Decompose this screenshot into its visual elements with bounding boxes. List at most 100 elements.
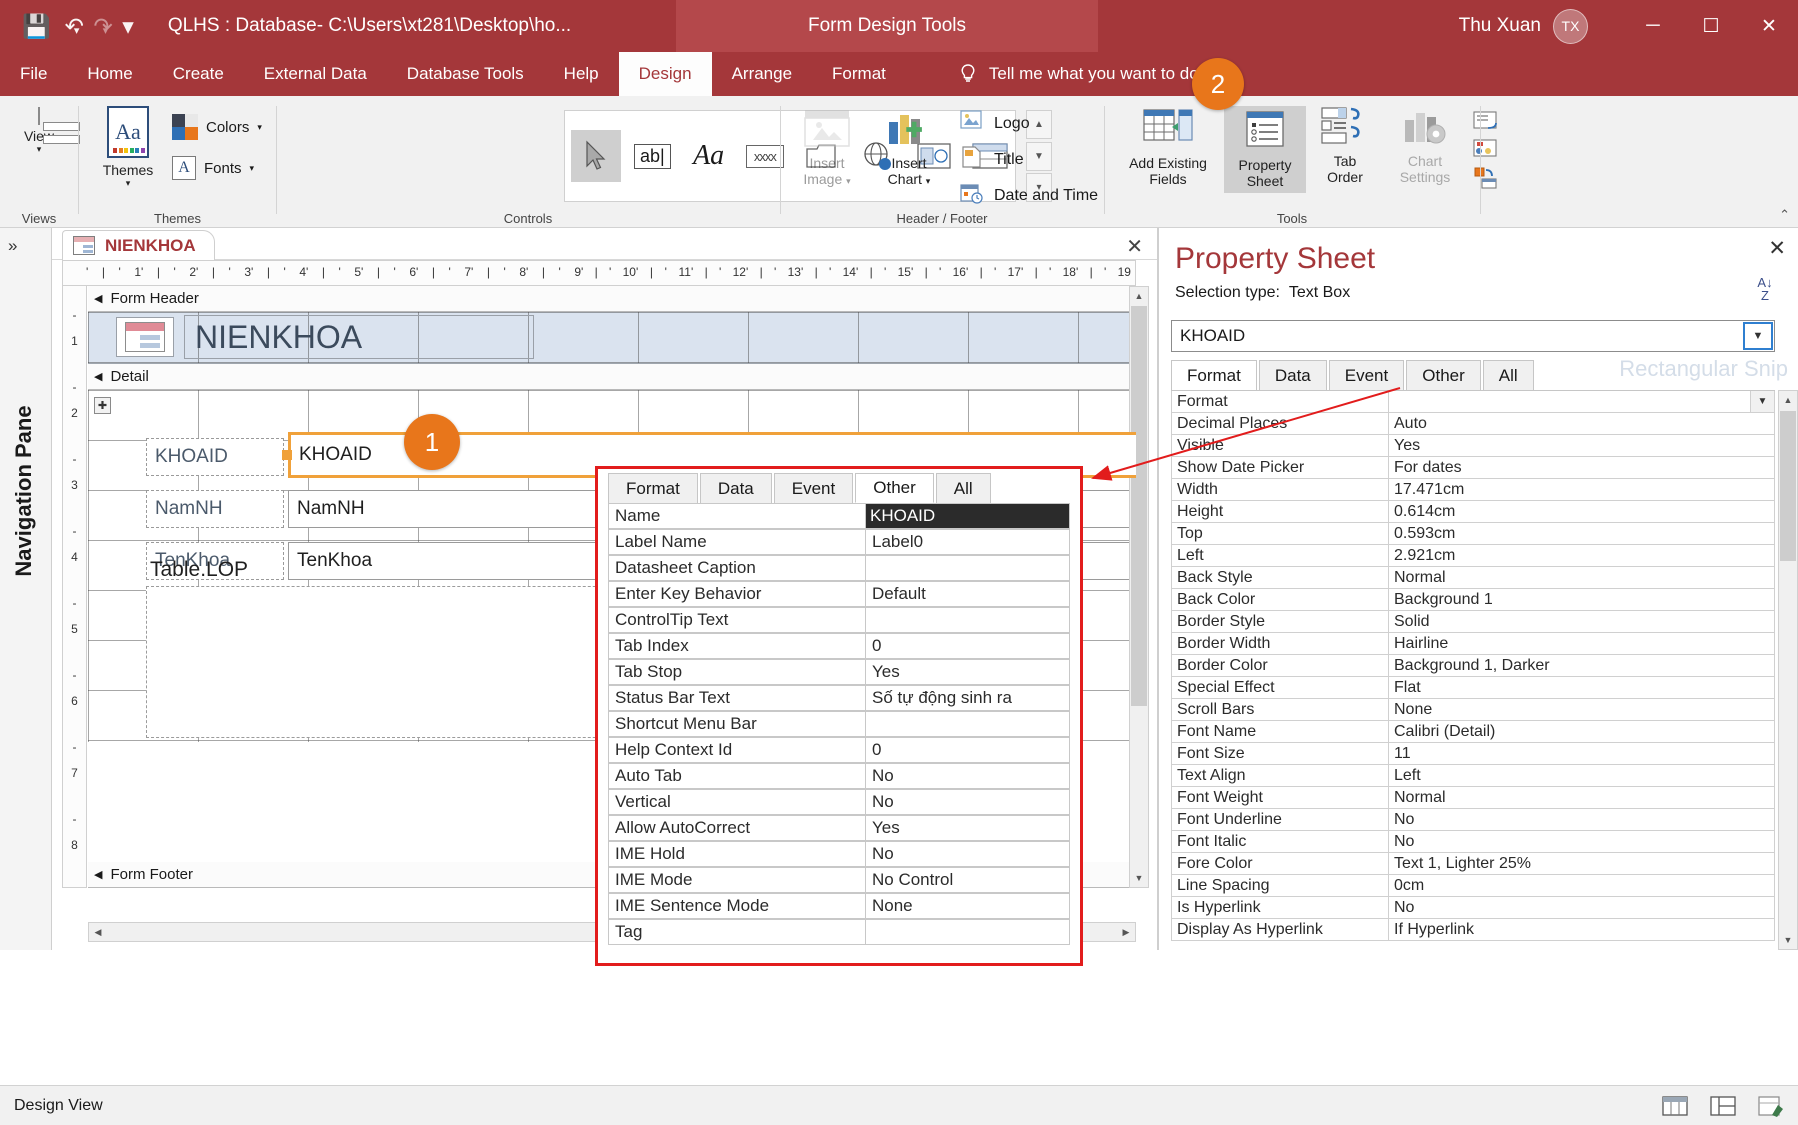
property-value[interactable]: None bbox=[1389, 699, 1775, 721]
header-logo-control[interactable] bbox=[116, 317, 174, 357]
tab-order-button[interactable]: Tab Order bbox=[1310, 106, 1380, 185]
other-panel-tab-all[interactable]: All bbox=[935, 473, 991, 503]
property-value[interactable]: Normal bbox=[1389, 787, 1775, 809]
property-tab-format[interactable]: Format bbox=[1171, 360, 1257, 390]
view-code-icon[interactable] bbox=[1472, 138, 1502, 162]
close-property-sheet-icon[interactable]: ✕ bbox=[1768, 236, 1786, 261]
customize-quick-access-icon[interactable]: ▾ bbox=[122, 14, 134, 38]
other-panel-value[interactable]: No Control bbox=[866, 867, 1070, 893]
property-value[interactable]: Yes bbox=[1389, 435, 1775, 457]
tab-arrange[interactable]: Arrange bbox=[712, 52, 812, 96]
label-tool-icon[interactable]: Aa bbox=[684, 130, 734, 182]
other-panel-tab-other[interactable]: Other bbox=[855, 473, 934, 503]
tab-database-tools[interactable]: Database Tools bbox=[387, 52, 544, 96]
other-panel-value[interactable]: Yes bbox=[866, 815, 1070, 841]
fonts-button[interactable]: A Fonts ▾ bbox=[172, 156, 254, 180]
chevron-down-icon[interactable]: ▼ bbox=[1743, 322, 1773, 350]
property-value[interactable]: Hairline bbox=[1389, 633, 1775, 655]
select-tool-icon[interactable] bbox=[571, 130, 622, 182]
property-value[interactable]: Calibri (Detail) bbox=[1389, 721, 1775, 743]
property-scroll-thumb[interactable] bbox=[1780, 411, 1796, 561]
property-sheet-button[interactable]: Property Sheet bbox=[1224, 106, 1306, 194]
save-icon[interactable]: 💾 bbox=[22, 14, 51, 38]
other-panel-value[interactable]: None bbox=[866, 893, 1070, 919]
scroll-left-icon[interactable]: ◀ bbox=[89, 923, 107, 941]
add-existing-fields-button[interactable]: Add Existing Fields bbox=[1114, 106, 1222, 187]
section-bar-form-header[interactable]: ◀ Form Header bbox=[88, 286, 1136, 312]
other-panel-value[interactable] bbox=[866, 711, 1070, 737]
tab-external-data[interactable]: External Data bbox=[244, 52, 387, 96]
logo-button[interactable]: Logo bbox=[960, 110, 1098, 137]
datasheet-view-icon[interactable] bbox=[1662, 1095, 1688, 1117]
close-document-icon[interactable]: ✕ bbox=[1126, 234, 1143, 259]
other-panel-value[interactable] bbox=[866, 919, 1070, 945]
property-value[interactable]: Flat bbox=[1389, 677, 1775, 699]
section-collapse-icon[interactable]: ◀ bbox=[94, 292, 102, 305]
user-account[interactable]: Thu Xuan TX bbox=[1459, 0, 1588, 52]
tab-design[interactable]: Design bbox=[618, 52, 712, 96]
scroll-up-icon[interactable]: ▲ bbox=[1779, 391, 1797, 409]
tab-format[interactable]: Format bbox=[812, 52, 906, 96]
property-tab-event[interactable]: Event bbox=[1328, 360, 1405, 390]
property-value[interactable]: ▼ bbox=[1389, 391, 1775, 413]
other-panel-value[interactable]: No bbox=[866, 841, 1070, 867]
property-value[interactable]: 0.593cm bbox=[1389, 523, 1775, 545]
undo-icon[interactable]: ↶▾ bbox=[65, 14, 84, 38]
section-collapse-icon[interactable]: ◀ bbox=[94, 370, 102, 383]
themes-dropdown-caret[interactable]: ▾ bbox=[126, 178, 131, 188]
scroll-up-icon[interactable]: ▲ bbox=[1130, 287, 1148, 305]
colors-button[interactable]: Colors ▾ bbox=[172, 114, 262, 140]
property-value[interactable]: 17.471cm bbox=[1389, 479, 1775, 501]
property-value[interactable]: 0.614cm bbox=[1389, 501, 1775, 523]
property-value[interactable]: No bbox=[1389, 831, 1775, 853]
header-title-control[interactable]: NIENKHOA bbox=[184, 315, 534, 359]
property-value[interactable]: 11 bbox=[1389, 743, 1775, 765]
other-panel-value[interactable] bbox=[866, 555, 1070, 581]
property-value[interactable]: Background 1 bbox=[1389, 589, 1775, 611]
other-panel-tab-event[interactable]: Event bbox=[773, 473, 854, 503]
tab-create[interactable]: Create bbox=[153, 52, 244, 96]
field-label-namnh[interactable]: NamNH bbox=[146, 490, 284, 528]
property-value[interactable]: No bbox=[1389, 897, 1775, 919]
redo-icon[interactable]: ↷▾ bbox=[93, 14, 112, 38]
property-value[interactable]: Background 1, Darker bbox=[1389, 655, 1775, 677]
scroll-down-icon[interactable]: ▼ bbox=[1779, 931, 1797, 949]
vertical-scroll-thumb[interactable] bbox=[1131, 306, 1147, 706]
themes-button[interactable]: Aa Themes ▾ bbox=[92, 106, 164, 188]
section-bar-detail[interactable]: ◀ Detail bbox=[88, 364, 1136, 390]
navigation-pane[interactable]: » Navigation Pane bbox=[0, 228, 52, 950]
section-collapse-icon[interactable]: ◀ bbox=[94, 868, 102, 881]
tell-me-box[interactable]: Tell me what you want to do bbox=[958, 52, 1199, 96]
other-panel-tab-data[interactable]: Data bbox=[699, 473, 772, 503]
other-panel-value[interactable]: No bbox=[866, 789, 1070, 815]
canvas-vertical-scrollbar[interactable]: ▲ ▼ bbox=[1129, 286, 1149, 888]
other-panel-value[interactable]: Yes bbox=[866, 659, 1070, 685]
other-panel-value[interactable]: Số tự động sinh ra bbox=[866, 685, 1070, 711]
document-tab-nienkhoa[interactable]: NIENKHOA bbox=[62, 230, 215, 260]
avatar[interactable]: TX bbox=[1553, 8, 1588, 44]
date-and-time-button[interactable]: Date and Time bbox=[960, 182, 1098, 209]
property-tab-all[interactable]: All bbox=[1482, 360, 1534, 390]
property-value[interactable]: If Hyperlink bbox=[1389, 919, 1775, 941]
property-value[interactable]: 0cm bbox=[1389, 875, 1775, 897]
fonts-caret[interactable]: ▾ bbox=[250, 163, 255, 173]
scroll-down-icon[interactable]: ▼ bbox=[1130, 869, 1148, 887]
property-value[interactable]: Normal bbox=[1389, 567, 1775, 589]
subform-in-new-window-icon[interactable] bbox=[1472, 110, 1502, 134]
selected-object-combobox[interactable]: KHOAID ▼ bbox=[1171, 320, 1775, 352]
minimize-button[interactable]: ─ bbox=[1624, 0, 1682, 52]
other-panel-value[interactable]: Default bbox=[866, 581, 1070, 607]
design-view-icon[interactable] bbox=[1758, 1095, 1784, 1117]
tab-home[interactable]: Home bbox=[67, 52, 152, 96]
colors-caret[interactable]: ▾ bbox=[257, 122, 262, 132]
text-box-tool-icon[interactable]: ab| bbox=[627, 130, 677, 182]
property-tab-data[interactable]: Data bbox=[1258, 360, 1327, 390]
property-value[interactable]: For dates bbox=[1389, 457, 1775, 479]
other-panel-value[interactable] bbox=[866, 607, 1070, 633]
other-panel-tab-format[interactable]: Format bbox=[608, 473, 698, 503]
layout-view-icon[interactable] bbox=[1710, 1095, 1736, 1117]
expand-navigation-pane-icon[interactable]: » bbox=[8, 236, 17, 256]
property-value[interactable]: No bbox=[1389, 809, 1775, 831]
chevron-down-icon[interactable]: ▼ bbox=[1750, 391, 1774, 412]
scroll-right-icon[interactable]: ▶ bbox=[1117, 923, 1135, 941]
